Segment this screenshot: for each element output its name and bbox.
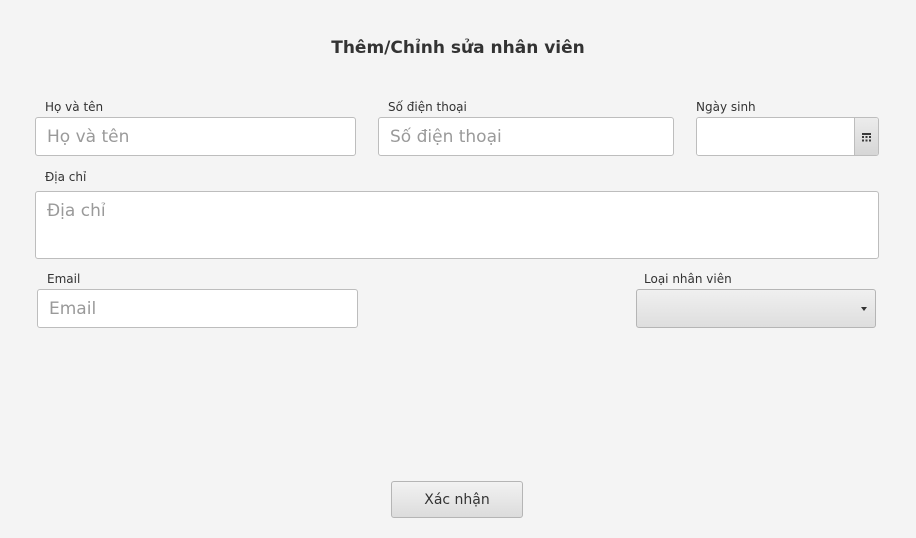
form-title: Thêm/Chỉnh sửa nhân viên [331,38,585,58]
employee-type-label: Loại nhân viên [644,272,732,286]
chevron-down-icon [861,307,867,311]
email-label: Email [47,272,81,286]
birth-date-picker [696,117,879,156]
birth-date-label: Ngày sinh [696,100,756,114]
full-name-label: Họ và tên [45,100,104,114]
email-input[interactable] [37,289,358,328]
employee-type-select[interactable] [636,289,876,328]
confirm-button[interactable]: Xác nhận [391,481,523,518]
full-name-input[interactable] [35,117,356,156]
address-textarea[interactable] [35,191,879,259]
address-label: Địa chỉ [45,170,87,184]
calendar-icon [862,127,871,146]
phone-label: Số điện thoại [388,100,467,114]
calendar-button[interactable] [854,118,878,155]
phone-input[interactable] [378,117,674,156]
birth-date-input[interactable] [697,118,855,155]
